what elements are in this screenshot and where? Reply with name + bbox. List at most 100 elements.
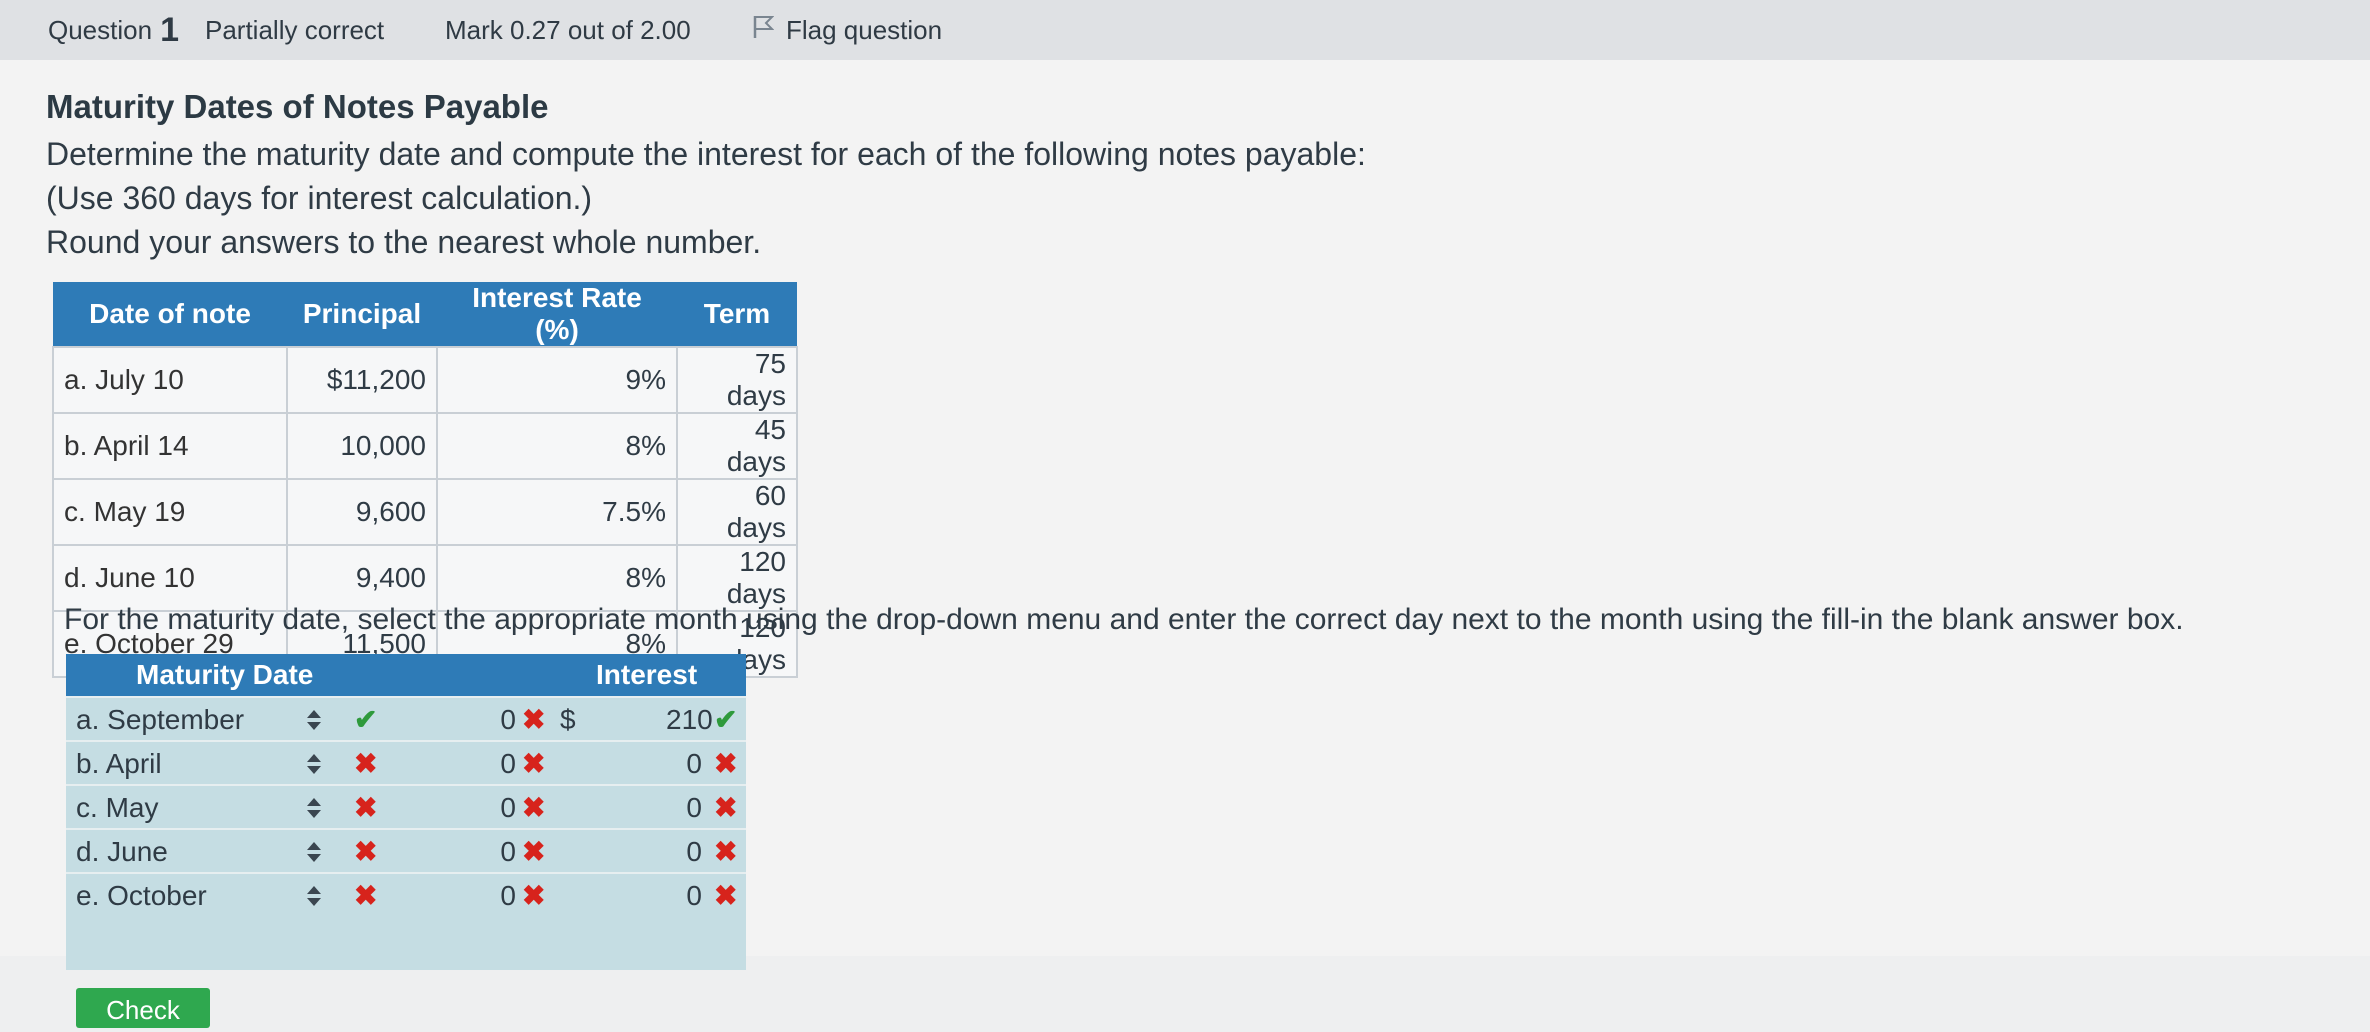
note-principal: 10,000 [286,412,438,480]
col-date-of-note: Date of note [53,282,287,347]
question-content: Maturity Dates of Notes Payable Determin… [0,60,2370,1028]
interest-input[interactable]: 210 [666,698,713,742]
interest-input[interactable]: 0 [666,874,702,918]
answer-label: d. [76,836,100,867]
interest-result-icon: ✖ [714,748,738,779]
problem-instructions: Determine the maturity date and compute … [46,136,1366,172]
month-select[interactable]: d. June [76,830,168,874]
answer-row: e. October ✖ 0 ✖ 0 ✖ [66,872,746,918]
select-arrows-icon[interactable] [306,742,324,786]
problem-title: Maturity Dates of Notes Payable [46,88,549,125]
month-value: May [105,792,159,823]
note-rate: 8% [436,544,678,612]
day-result-icon: ✖ [522,792,546,823]
check-button[interactable]: Check [76,988,210,1028]
month-value: April [105,748,162,779]
day-input[interactable]: 0 [486,830,516,874]
note-row: b. April 14 10,000 8% 45 days [52,412,798,480]
note-label: a. [64,364,88,395]
month-select[interactable]: e. October [76,874,207,918]
answer-label: e. [76,880,100,911]
currency-symbol: $ [560,704,576,735]
month-result-icon: ✔ [354,704,378,735]
interest-days-note: (Use 360 days for interest calculation.) [46,180,593,216]
note-term: 120 days [676,544,798,612]
interest-result-icon: ✖ [714,880,738,911]
interest-result-icon: ✖ [714,792,738,823]
question-info-bar: Question 1 Partially correct Mark 0.27 o… [0,0,2370,60]
flag-question-link[interactable]: Flag question [752,0,942,60]
month-value: October [107,880,207,911]
answer-label: b. [76,748,100,779]
col-maturity-date: Maturity Date [136,659,314,690]
note-term: 75 days [676,346,798,414]
note-date: c. May 19 [52,478,288,546]
month-result-icon: ✖ [354,792,378,823]
note-row: c. May 19 9,600 7.5% 60 days [52,478,798,546]
note-term: 60 days [676,478,798,546]
month-select[interactable]: c. May [76,786,158,830]
question-label: Question 1 [48,0,179,60]
notes-table-header: Date of note Principal Interest Rate (%)… [53,282,797,347]
day-input[interactable]: 0 [486,786,516,830]
note-term: 45 days [676,412,798,480]
note-principal: $11,200 [286,346,438,414]
col-interest: Interest [596,659,698,690]
day-result-icon: ✖ [522,704,546,735]
interest-result-icon: ✔ [714,704,738,735]
day-input[interactable]: 0 [486,874,516,918]
interest-input[interactable]: 0 [666,742,702,786]
col-interest-rate: Interest Rate (%) [437,282,677,347]
question-label-text: Question [48,14,153,45]
note-rate: 7.5% [436,478,678,546]
note-principal: 9,400 [286,544,438,612]
question-status: Partially correct [205,14,385,45]
day-result-icon: ✖ [522,836,546,867]
rounding-note: Round your answers to the nearest whole … [46,224,762,260]
note-date: d. June 10 [52,544,288,612]
question-mark: Mark 0.27 out of 2.00 [445,14,691,45]
maturity-date-instruction: For the maturity date, select the approp… [64,603,2184,636]
month-value: June [107,836,168,867]
day-result-icon: ✖ [522,748,546,779]
note-date-value: April 14 [93,430,189,461]
interest-result-icon: ✖ [714,836,738,867]
select-arrows-icon[interactable] [306,874,324,918]
answer-row: a. September ✔ 0 ✖ $210 ✔ [66,696,746,742]
answer-table-header: Maturity Date Interest [66,654,746,696]
interest-input[interactable]: 0 [666,786,702,830]
answer-label: c. [76,792,98,823]
note-row: d. June 10 9,400 8% 120 days [52,544,798,612]
note-date-value: May 19 [93,496,186,527]
day-input[interactable]: 0 [486,698,516,742]
month-select[interactable]: a. September [76,698,244,742]
month-result-icon: ✖ [354,880,378,911]
answer-table: Maturity Date Interest a. September ✔ 0 ✖ $2… [66,654,746,970]
note-date: a. July 10 [52,346,288,414]
note-label: b. [64,430,88,461]
interest-input[interactable]: 0 [666,830,702,874]
note-date: b. April 14 [52,412,288,480]
answer-row: b. April ✖ 0 ✖ 0 ✖ [66,740,746,786]
col-term: Term [677,282,797,347]
month-result-icon: ✖ [354,836,378,867]
day-result-icon: ✖ [522,880,546,911]
month-result-icon: ✖ [354,748,378,779]
month-value: September [107,704,245,735]
note-label: d. [64,562,88,593]
note-rate: 8% [436,412,678,480]
select-arrows-icon[interactable] [306,830,324,874]
note-date-value: June 10 [95,562,195,593]
note-label: c. [64,496,86,527]
note-row: a. July 10 $11,200 9% 75 days [52,346,798,414]
note-principal: 9,600 [286,478,438,546]
month-select[interactable]: b. April [76,742,162,786]
answer-label: a. [76,704,100,735]
answer-row: d. June ✖ 0 ✖ 0 ✖ [66,828,746,874]
select-arrows-icon[interactable] [306,698,324,742]
note-date-value: July 10 [95,364,184,395]
col-principal: Principal [287,282,437,347]
select-arrows-icon[interactable] [306,786,324,830]
flag-icon [752,15,775,46]
day-input[interactable]: 0 [486,742,516,786]
